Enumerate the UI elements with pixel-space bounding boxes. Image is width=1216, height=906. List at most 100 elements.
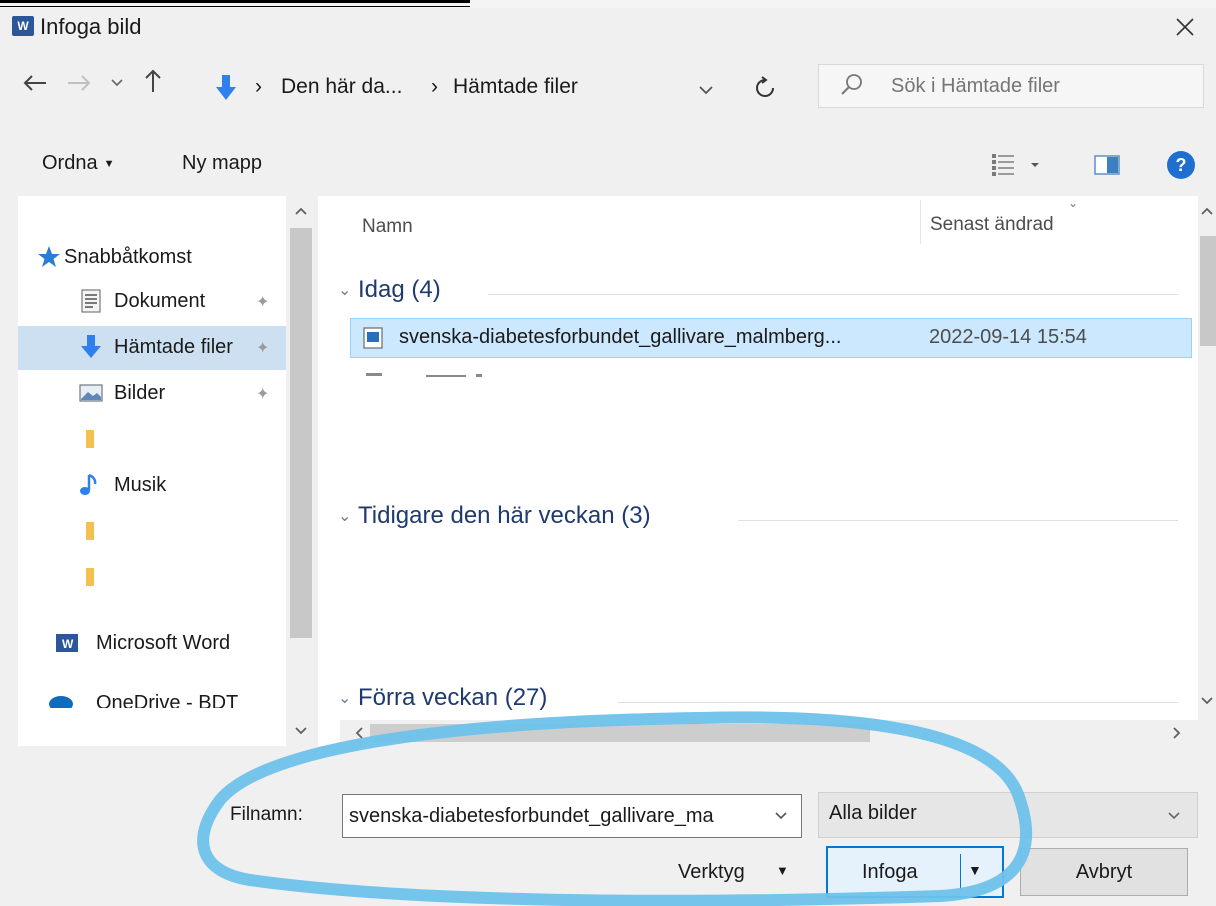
filename-combobox[interactable] <box>342 794 802 838</box>
group-title: Idag (4) <box>358 276 441 303</box>
file-list[interactable]: Namn ⌄ Senast ändrad ⌄ Idag (4) svenska-… <box>318 196 1198 746</box>
help-button[interactable]: ? <box>1164 148 1198 182</box>
music-note-icon <box>80 473 97 495</box>
file-type-select[interactable]: Alla bilder <box>818 792 1198 838</box>
download-arrow-icon <box>216 75 236 100</box>
nav-item-folder[interactable] <box>18 510 286 554</box>
star-icon <box>38 246 60 267</box>
help-icon: ? <box>1167 151 1195 179</box>
scroll-thumb[interactable] <box>370 724 870 742</box>
chevron-down-icon <box>111 79 123 87</box>
chevron-left-icon <box>355 727 363 739</box>
scroll-up-button[interactable] <box>286 196 316 226</box>
word-icon: W <box>56 634 78 652</box>
recent-locations-button[interactable] <box>104 68 130 98</box>
chevron-down-icon: ⌄ <box>338 690 352 707</box>
scroll-down-button[interactable] <box>1198 686 1216 716</box>
split-button-divider <box>960 854 961 890</box>
column-divider[interactable] <box>920 200 921 244</box>
group-header-earlier-this-week[interactable]: ⌄ Tidigare den här veckan (3) <box>338 500 1178 540</box>
file-modified-date: 2022-09-14 15:54 <box>929 326 1087 348</box>
breadcrumb-downloads[interactable]: Hämtade filer <box>453 75 578 99</box>
nav-item-label: Microsoft Word <box>96 632 231 654</box>
cropped-text-remnant <box>0 0 470 3</box>
pictures-icon <box>79 384 103 402</box>
file-list-vertical-scrollbar[interactable] <box>1198 196 1216 716</box>
scroll-thumb[interactable] <box>290 228 312 638</box>
new-folder-button[interactable]: Ny mapp <box>182 152 262 175</box>
nav-item-pictures[interactable]: Bilder ✦ <box>18 372 286 416</box>
group-divider <box>488 294 1178 295</box>
search-icon <box>841 74 862 95</box>
preview-pane-button[interactable] <box>1092 150 1122 180</box>
preview-pane-icon <box>1094 155 1120 175</box>
column-header-name[interactable]: Namn <box>362 216 413 238</box>
chevron-down-icon <box>1168 812 1180 820</box>
cancel-button[interactable]: Avbryt <box>1020 848 1188 896</box>
nav-item-documents[interactable]: Dokument ✦ <box>18 280 286 324</box>
search-box[interactable] <box>818 64 1204 108</box>
scroll-left-button[interactable] <box>346 720 372 746</box>
tools-label: Verktyg <box>678 861 745 883</box>
file-type-dropdown-button[interactable] <box>1161 803 1187 829</box>
chevron-down-icon <box>1201 697 1213 705</box>
group-title: Förra veckan (27) <box>358 684 548 711</box>
nav-item-quick-access[interactable]: Snabbåtkomst <box>18 236 286 280</box>
breadcrumb-this-pc[interactable]: Den här da... <box>281 75 402 99</box>
group-header-today[interactable]: ⌄ Idag (4) <box>338 274 1178 314</box>
file-list-horizontal-scrollbar[interactable] <box>340 720 1198 746</box>
onedrive-cloud-icon <box>49 696 73 708</box>
pin-icon: ✦ <box>256 340 270 357</box>
nav-item-downloads[interactable]: Hämtade filer ✦ <box>18 326 286 370</box>
caret-down-icon: ▼ <box>776 863 789 878</box>
tools-menu-button[interactable]: Verktyg ▼ <box>672 850 812 896</box>
dialog-title: Infoga bild <box>40 14 142 39</box>
refresh-icon <box>756 76 774 97</box>
refresh-button[interactable] <box>745 71 785 105</box>
file-row-selected[interactable]: svenska-diabetesforbundet_gallivare_malm… <box>350 318 1192 358</box>
filename-dropdown-button[interactable] <box>767 803 795 829</box>
column-header-modified[interactable]: Senast ändrad <box>930 214 1054 236</box>
caret-down-icon[interactable]: ▼ <box>968 862 982 878</box>
navigation-pane[interactable]: Snabbåtkomst Dokument ✦ Hämtade filer ✦ <box>18 196 316 746</box>
nav-pane-scrollbar[interactable] <box>286 196 316 746</box>
details-view-icon <box>992 154 1039 176</box>
nav-item-label: Snabbåtkomst <box>64 246 192 268</box>
breadcrumb-separator: › <box>431 75 438 98</box>
change-view-button[interactable] <box>988 148 1050 182</box>
navigation-row: › Den här da... › Hämtade filer <box>0 54 1216 118</box>
search-input[interactable] <box>891 71 1191 101</box>
nav-item-music[interactable]: Musik <box>18 464 286 508</box>
word-app-icon: W <box>12 16 34 36</box>
arrow-right-icon <box>68 75 91 91</box>
nav-item-folder[interactable] <box>18 556 286 600</box>
file-name: svenska-diabetesforbundet_gallivare_malm… <box>399 326 842 348</box>
organize-menu-button[interactable]: Ordna ▼ <box>42 152 114 175</box>
scroll-right-button[interactable] <box>1164 720 1190 746</box>
address-bar[interactable]: › Den här da... › Hämtade filer <box>206 66 808 110</box>
download-arrow-icon <box>81 335 101 358</box>
insert-label: Infoga <box>862 861 918 883</box>
forward-button[interactable] <box>62 66 96 100</box>
nav-item-onedrive[interactable]: OneDrive - BDT <box>18 686 286 708</box>
scroll-down-button[interactable] <box>286 716 316 746</box>
group-title: Tidigare den här veckan (3) <box>358 502 651 529</box>
nav-item-microsoft-word[interactable]: W Microsoft Word <box>18 622 286 666</box>
scroll-thumb[interactable] <box>1200 236 1216 346</box>
command-toolbar: Ordna ▼ Ny mapp ? <box>0 142 1216 194</box>
cropped-row-remnant <box>366 373 482 377</box>
filename-input[interactable] <box>349 802 759 830</box>
address-history-dropdown[interactable] <box>691 75 721 105</box>
cropped-top-strip <box>0 0 1216 8</box>
chevron-up-icon <box>1201 207 1213 215</box>
back-button[interactable] <box>18 66 52 100</box>
close-button[interactable] <box>1160 10 1210 44</box>
nav-item-folder[interactable] <box>18 418 286 462</box>
organize-label: Ordna <box>42 152 98 174</box>
insert-picture-dialog: W Infoga bild › Den här da... › Hämtade … <box>0 8 1216 906</box>
group-header-last-week[interactable]: ⌄ Förra veckan (27) <box>338 682 1178 722</box>
scroll-up-button[interactable] <box>1198 196 1216 226</box>
up-button[interactable] <box>136 64 170 98</box>
insert-button[interactable]: Infoga ▼ <box>826 846 1004 898</box>
sort-indicator-icon: ⌄ <box>1068 196 1079 210</box>
